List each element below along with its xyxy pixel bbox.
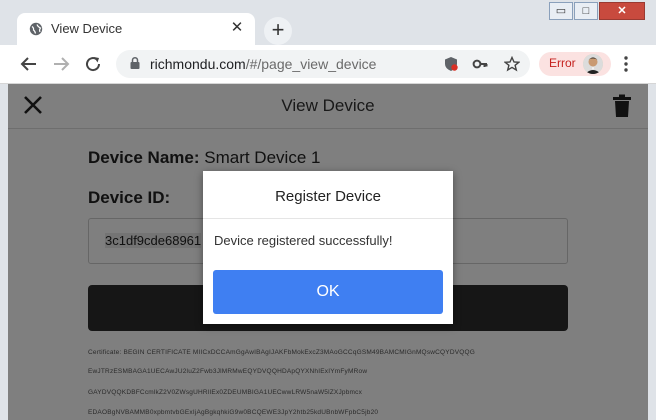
reload-icon[interactable] [82, 53, 104, 75]
new-tab-button[interactable]: + [264, 17, 292, 45]
tab-strip: View Device ✕ + ▭ □ ✕ [0, 0, 656, 45]
browser-toolbar: richmondu.com/#/page_view_device Error [0, 45, 656, 84]
tab-close-icon[interactable]: ✕ [229, 20, 245, 36]
lock-icon[interactable] [128, 56, 142, 70]
back-arrow-icon[interactable] [18, 53, 40, 75]
forward-arrow-icon[interactable] [50, 53, 72, 75]
avatar [583, 54, 603, 74]
globe-icon [29, 22, 43, 36]
register-device-dialog: Register Device Device registered succes… [203, 171, 453, 324]
maximize-button[interactable]: □ [574, 2, 598, 20]
dialog-divider [203, 218, 453, 219]
kebab-menu-icon[interactable] [618, 55, 634, 73]
error-label: Error [549, 56, 576, 70]
close-window-button[interactable]: ✕ [599, 2, 645, 20]
tab-view-device[interactable]: View Device ✕ [17, 13, 255, 45]
browser-window: View Device ✕ + ▭ □ ✕ richmondu.com/#/pa… [0, 0, 656, 420]
address-bar[interactable]: richmondu.com/#/page_view_device [116, 50, 530, 78]
dialog-title: Register Device [275, 188, 381, 205]
dialog-message: Device registered successfully! [214, 233, 393, 248]
tab-title: View Device [51, 21, 123, 36]
profile-error-button[interactable]: Error [539, 52, 611, 76]
ok-button[interactable]: OK [213, 270, 443, 314]
key-icon[interactable] [472, 56, 488, 72]
star-icon[interactable] [504, 56, 520, 72]
shield-blocked-icon[interactable] [443, 56, 459, 72]
url-text[interactable]: richmondu.com/#/page_view_device [150, 56, 376, 72]
minimize-button[interactable]: ▭ [549, 2, 573, 20]
